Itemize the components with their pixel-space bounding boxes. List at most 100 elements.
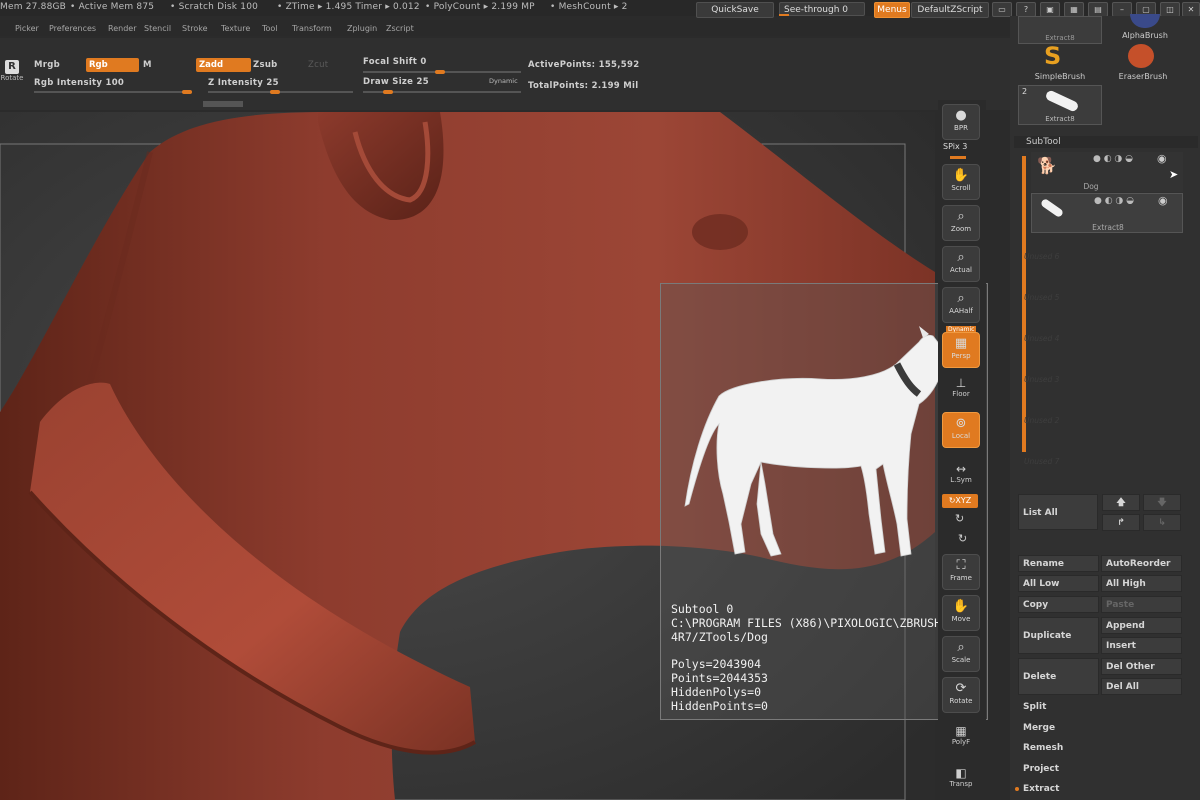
- extract-section[interactable]: Extract: [1023, 784, 1059, 794]
- frame-button[interactable]: ⛶ Frame: [942, 554, 980, 590]
- auto-reorder-button[interactable]: AutoReorder: [1101, 555, 1182, 572]
- z-intensity-knob[interactable]: [270, 90, 280, 94]
- minimize-icon[interactable]: –: [1112, 2, 1132, 17]
- restore-icon[interactable]: ◫: [1160, 2, 1180, 17]
- append-button[interactable]: Append: [1101, 617, 1182, 634]
- rename-button[interactable]: Rename: [1018, 555, 1099, 572]
- move-out-button[interactable]: ↳: [1143, 514, 1181, 531]
- eye-icon[interactable]: ◉: [1158, 194, 1168, 207]
- menu-stencil[interactable]: Stencil: [144, 24, 171, 33]
- subtool-item-extract8[interactable]: ● ◐ ◑ ◒ ◉ Extract8: [1031, 193, 1183, 233]
- transp-button[interactable]: ◧ Transp: [942, 766, 980, 788]
- floor-button[interactable]: ⊥ Floor: [942, 376, 980, 398]
- move-up-button[interactable]: 🡅: [1102, 494, 1140, 511]
- see-through-knob[interactable]: [779, 14, 789, 16]
- menu-transform[interactable]: Transform: [292, 24, 332, 33]
- zadd-button[interactable]: Zadd: [196, 58, 251, 72]
- copy-button[interactable]: Copy: [1018, 596, 1099, 613]
- local-button[interactable]: ⊚ Local: [942, 412, 980, 448]
- paste-button[interactable]: Paste: [1101, 596, 1182, 613]
- eye-icon[interactable]: ◉: [1157, 152, 1167, 165]
- z-intensity-track[interactable]: [208, 90, 353, 94]
- brush-slot-extract-top[interactable]: Extract8: [1018, 16, 1102, 44]
- move-down-button[interactable]: 🡇: [1143, 494, 1181, 511]
- move-in-button[interactable]: ↱: [1102, 514, 1140, 531]
- draw-size-track[interactable]: [363, 90, 521, 94]
- visibility-toggles[interactable]: ● ◐ ◑ ◒: [1094, 196, 1134, 206]
- menus-button[interactable]: Menus: [874, 2, 910, 18]
- zcut-button[interactable]: Zcut: [308, 60, 328, 70]
- actual-button[interactable]: ⌕ Actual: [942, 246, 980, 282]
- rotate-button[interactable]: R Rotate: [0, 60, 24, 90]
- help-icon[interactable]: ?: [1016, 2, 1036, 17]
- all-low-button[interactable]: All Low: [1018, 575, 1099, 592]
- empty-slot[interactable]: Unused 7: [1024, 457, 1059, 466]
- eraser-brush-icon[interactable]: [1128, 44, 1154, 68]
- spix-slider[interactable]: SPix 3: [943, 142, 967, 151]
- menu-zscript[interactable]: Zscript: [386, 24, 414, 33]
- menu-preferences[interactable]: Preferences: [49, 24, 96, 33]
- move-button[interactable]: ✋ Move: [942, 595, 980, 631]
- dynamic-toggle[interactable]: Dynamic: [489, 77, 518, 85]
- menu-tool[interactable]: Tool: [262, 24, 278, 33]
- empty-slot[interactable]: Unused 3: [1024, 375, 1059, 384]
- aahalf-button[interactable]: ⌕ AAHalf: [942, 287, 980, 323]
- empty-slot[interactable]: Unused 6: [1024, 252, 1059, 261]
- del-all-button[interactable]: Del All: [1101, 678, 1182, 695]
- polyf-button[interactable]: ▦ PolyF: [942, 724, 980, 746]
- rotate-z-icon[interactable]: ↻: [958, 532, 967, 545]
- default-zscript-button[interactable]: DefaultZScript: [911, 2, 989, 18]
- list-all-button[interactable]: List All: [1018, 494, 1098, 530]
- close-icon[interactable]: ✕: [1182, 2, 1200, 17]
- persp-button[interactable]: ▦ Persp: [942, 332, 980, 368]
- mrgb-button[interactable]: Mrgb: [34, 60, 60, 70]
- xyz-button[interactable]: ↻XYZ: [942, 494, 978, 508]
- quicksave-button[interactable]: QuickSave: [696, 2, 774, 18]
- visibility-toggles[interactable]: ● ◐ ◑ ◒: [1093, 154, 1133, 164]
- zsub-button[interactable]: Zsub: [253, 60, 278, 70]
- subtool-header-bar[interactable]: SubTool: [1014, 136, 1198, 148]
- delete-button[interactable]: Delete: [1018, 658, 1099, 695]
- simple-brush-icon[interactable]: S: [1044, 42, 1061, 70]
- menu-picker[interactable]: Picker: [15, 24, 39, 33]
- del-other-button[interactable]: Del Other: [1101, 658, 1182, 675]
- focal-shift-knob[interactable]: [435, 70, 445, 74]
- menu-zplugin[interactable]: Zplugin: [347, 24, 377, 33]
- window-icon[interactable]: ▤: [1088, 2, 1108, 17]
- rgb-button[interactable]: Rgb: [86, 58, 139, 72]
- layout-icon[interactable]: ▣: [1040, 2, 1060, 17]
- rotate-view-button[interactable]: ⟳ Rotate: [942, 677, 980, 713]
- empty-slot[interactable]: Unused 2: [1024, 416, 1059, 425]
- all-high-button[interactable]: All High: [1101, 575, 1182, 592]
- shelf-scroll-handle[interactable]: [203, 101, 243, 107]
- scroll-button[interactable]: ✋ Scroll: [942, 164, 980, 200]
- empty-slot[interactable]: Unused 5: [1024, 293, 1059, 302]
- rotate-y-icon[interactable]: ↻: [955, 512, 964, 525]
- focal-shift-track[interactable]: [363, 70, 521, 74]
- duplicate-button[interactable]: Duplicate: [1018, 617, 1099, 654]
- rgb-intensity-track[interactable]: [34, 90, 192, 94]
- menu-render[interactable]: Render: [108, 24, 136, 33]
- insert-button[interactable]: Insert: [1101, 637, 1182, 654]
- spix-knob[interactable]: [950, 156, 966, 159]
- remesh-section[interactable]: Remesh: [1023, 743, 1063, 753]
- menu-texture[interactable]: Texture: [221, 24, 250, 33]
- rgb-intensity-knob[interactable]: [182, 90, 192, 94]
- window-icon[interactable]: ▦: [1064, 2, 1084, 17]
- subtool-scrollbar[interactable]: [1022, 156, 1026, 452]
- merge-section[interactable]: Merge: [1023, 723, 1055, 733]
- subtool-item-dog[interactable]: 🐕 ● ◐ ◑ ◒ ◉ ➤ Dog: [1031, 152, 1183, 192]
- m-button[interactable]: M: [143, 60, 152, 70]
- split-section[interactable]: Split: [1023, 702, 1046, 712]
- project-section[interactable]: Project: [1023, 764, 1059, 774]
- bpr-button[interactable]: ● BPR: [942, 104, 980, 140]
- empty-slot[interactable]: Unused 4: [1024, 334, 1059, 343]
- focal-shift-slider[interactable]: Focal Shift 0: [363, 57, 427, 67]
- zoom-button[interactable]: ⌕ Zoom: [942, 205, 980, 241]
- menu-stroke[interactable]: Stroke: [182, 24, 208, 33]
- layout-icon[interactable]: ▭: [992, 2, 1012, 17]
- draw-size-slider[interactable]: Draw Size 25: [363, 77, 429, 87]
- z-intensity-slider[interactable]: Z Intensity 25: [208, 78, 279, 88]
- see-through-slider[interactable]: See-through 0: [779, 2, 865, 16]
- brush-slot-extract[interactable]: 2 Extract8: [1018, 85, 1102, 125]
